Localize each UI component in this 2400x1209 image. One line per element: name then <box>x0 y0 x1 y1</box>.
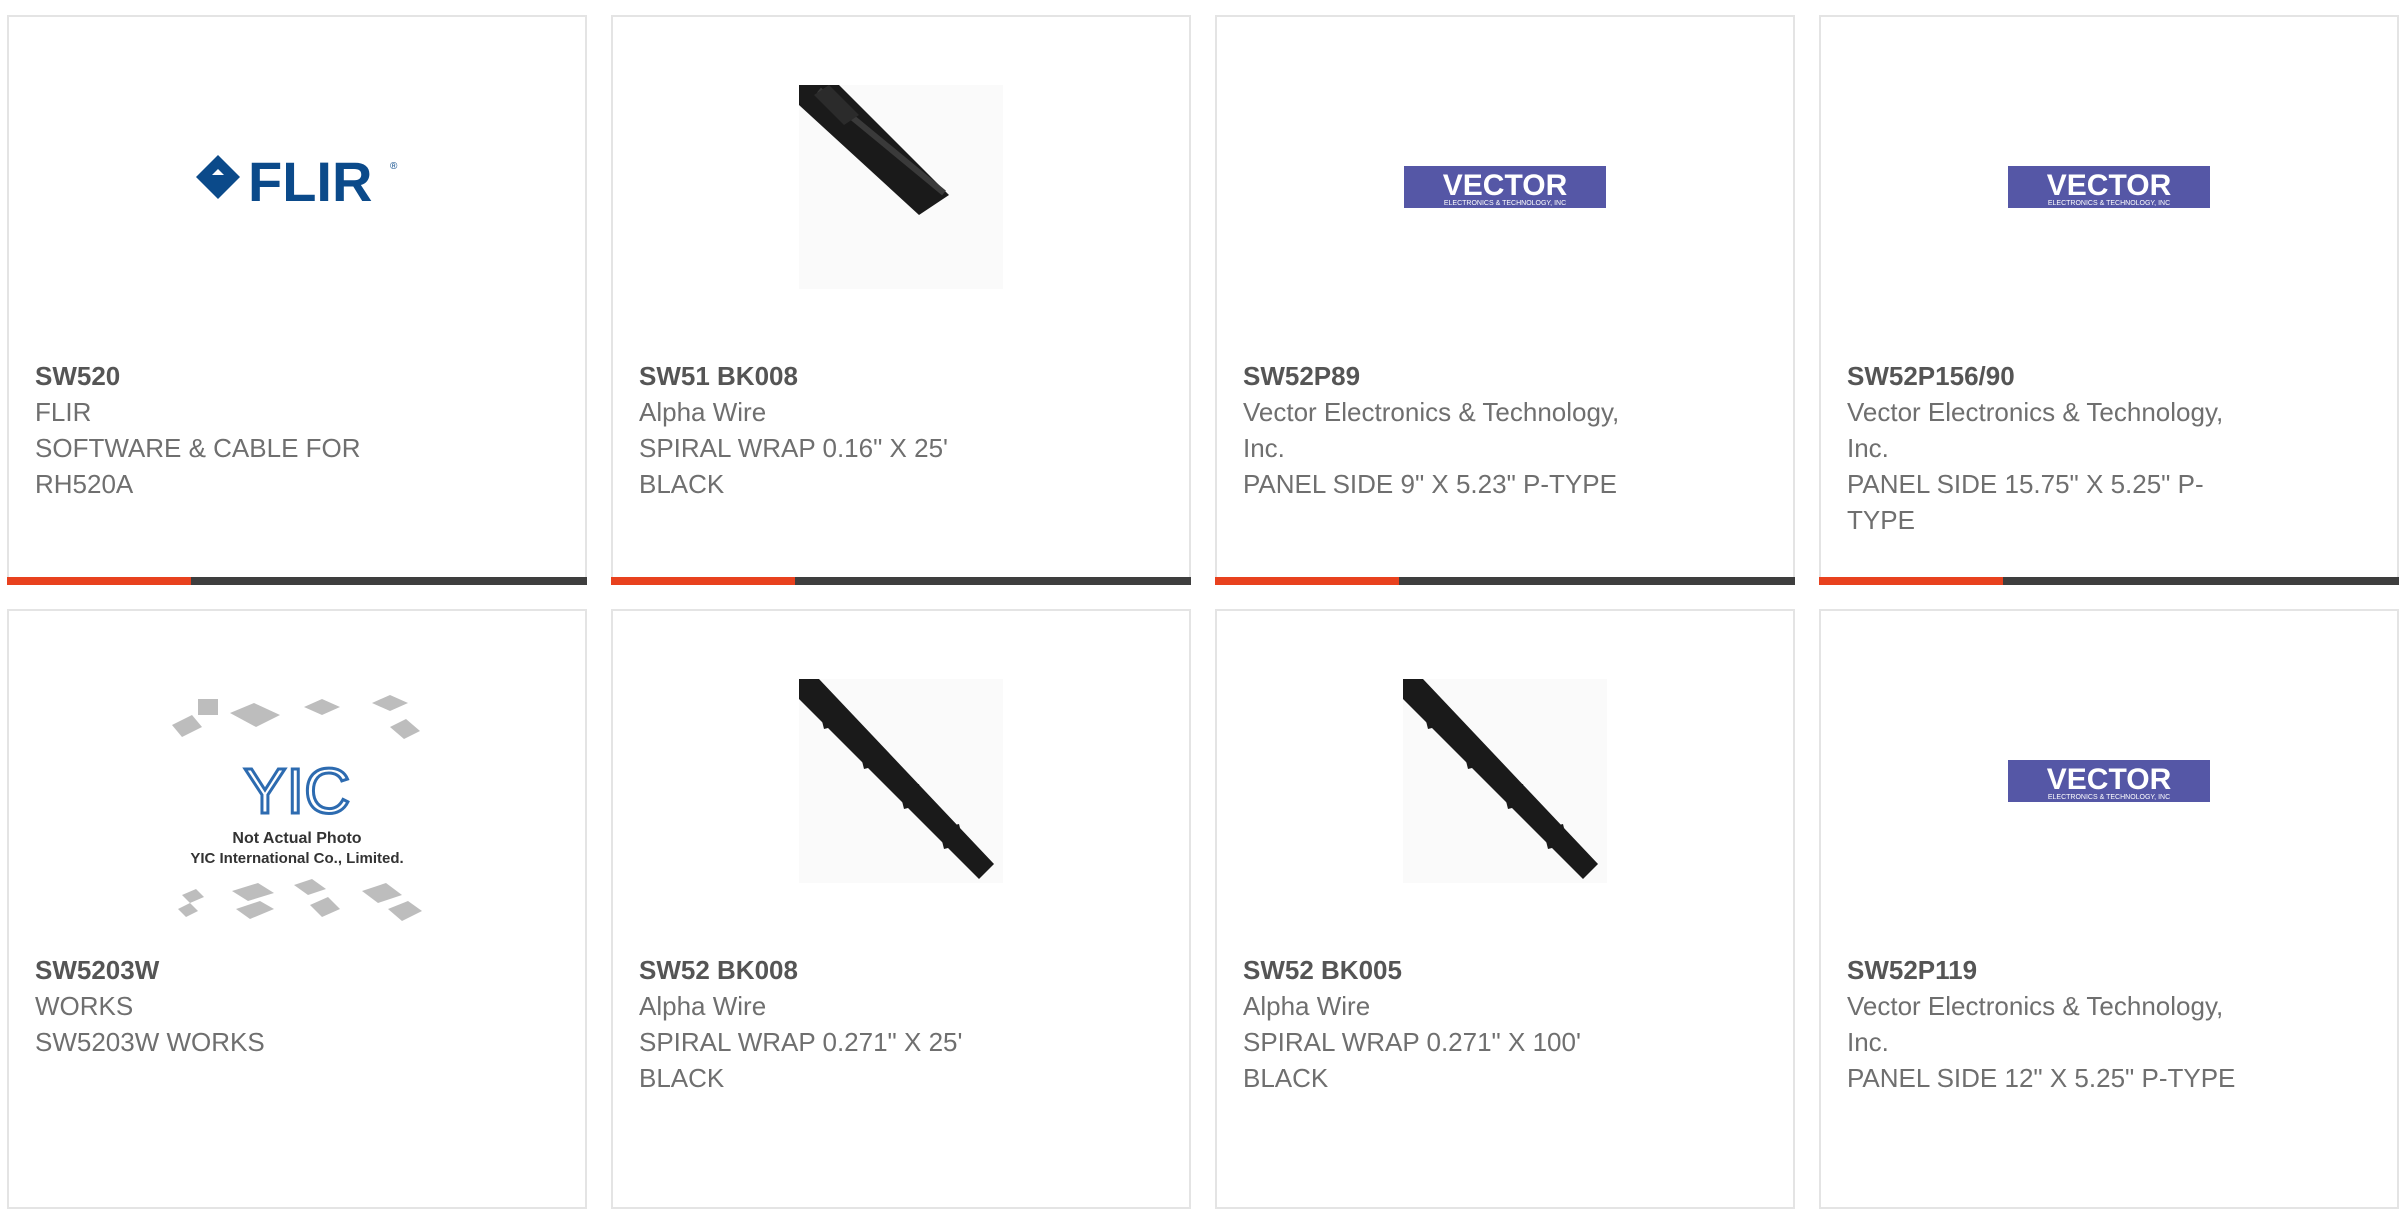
description: PANEL SIDE 15.75" X 5.25" P- <box>1847 469 2204 499</box>
manufacturer: Alpha Wire <box>639 991 767 1021</box>
manufacturer: Inc. <box>1243 433 1285 463</box>
svg-text:ELECTRONICS & TECHNOLOGY, INC: ELECTRONICS & TECHNOLOGY, INC <box>2048 794 2170 801</box>
svg-text:VECTOR: VECTOR <box>2047 763 2172 796</box>
card-bottom-bar <box>1215 577 1795 585</box>
product-info: SW52P156/90 Vector Electronics & Technol… <box>1847 358 2267 538</box>
spiral-wrap-image <box>799 85 1003 289</box>
part-number[interactable]: SW52P119 <box>1847 952 2267 988</box>
product-image[interactable]: VECTOR ELECTRONICS & TECHNOLOGY, INC <box>1821 85 2397 289</box>
spiral-wrap-image <box>799 679 1003 883</box>
product-info: SW51 BK008 Alpha Wire SPIRAL WRAP 0.16" … <box>639 358 1059 502</box>
product-card[interactable]: SW52 BK008 Alpha Wire SPIRAL WRAP 0.271"… <box>611 609 1191 1209</box>
product-card[interactable]: VECTOR ELECTRONICS & TECHNOLOGY, INC SW5… <box>1819 15 2399 585</box>
flir-logo: FLIR ® <box>196 150 398 213</box>
part-number[interactable]: SW51 BK008 <box>639 358 1059 394</box>
svg-text:Not Actual Photo: Not Actual Photo <box>232 830 361 847</box>
part-number[interactable]: SW52P156/90 <box>1847 358 2267 394</box>
description: TYPE <box>1847 505 1915 535</box>
product-image[interactable]: VECTOR ELECTRONICS & TECHNOLOGY, INC <box>1821 679 2397 883</box>
vector-logo: VECTOR ELECTRONICS & TECHNOLOGY, INC <box>2008 166 2210 208</box>
product-card[interactable]: FLIR ® SW520 FLIR SOFTWARE & CABLE FOR R… <box>7 15 587 585</box>
manufacturer: Inc. <box>1847 1027 1889 1057</box>
product-image[interactable] <box>613 679 1189 883</box>
product-card[interactable]: VECTOR ELECTRONICS & TECHNOLOGY, INC SW5… <box>1819 609 2399 1209</box>
manufacturer: Vector Electronics & Technology, <box>1243 397 1620 427</box>
vector-logo-text: VECTOR <box>1443 169 1568 202</box>
product-info: SW52 BK005 Alpha Wire SPIRAL WRAP 0.271"… <box>1243 952 1663 1096</box>
product-card[interactable]: YIC Not Actual Photo YIC International C… <box>7 609 587 1209</box>
description: BLACK <box>639 469 725 499</box>
description: BLACK <box>639 1063 725 1093</box>
yic-logo-text: YIC <box>244 755 351 827</box>
manufacturer: Vector Electronics & Technology, <box>1847 397 2224 427</box>
description: PANEL SIDE 12" X 5.25" P-TYPE <box>1847 1063 2236 1093</box>
card-accent <box>611 577 795 585</box>
svg-text:®: ® <box>390 161 398 172</box>
product-image[interactable] <box>1217 679 1793 883</box>
description: SPIRAL WRAP 0.16" X 25' <box>639 433 949 463</box>
product-grid: FLIR ® SW520 FLIR SOFTWARE & CABLE FOR R… <box>7 15 2399 1209</box>
card-accent <box>7 577 191 585</box>
product-card[interactable]: SW52 BK005 Alpha Wire SPIRAL WRAP 0.271"… <box>1215 609 1795 1209</box>
manufacturer: Inc. <box>1847 433 1889 463</box>
manufacturer: WORKS <box>35 991 134 1021</box>
description: SW5203W WORKS <box>35 1027 265 1057</box>
svg-text:ELECTRONICS & TECHNOLOGY, INC: ELECTRONICS & TECHNOLOGY, INC <box>2048 200 2170 207</box>
description: RH520A <box>35 469 134 499</box>
product-info: SW520 FLIR SOFTWARE & CABLE FOR RH520A <box>35 358 455 502</box>
product-image[interactable]: FLIR ® <box>9 85 585 289</box>
part-number[interactable]: SW52 BK005 <box>1243 952 1663 988</box>
description: SOFTWARE & CABLE FOR <box>35 433 361 463</box>
part-number[interactable]: SW52P89 <box>1243 358 1663 394</box>
vector-logo: VECTOR ELECTRONICS & TECHNOLOGY, INC <box>1404 166 1606 208</box>
product-image[interactable]: VECTOR ELECTRONICS & TECHNOLOGY, INC <box>1217 85 1793 289</box>
spiral-wrap-image <box>1403 679 1607 883</box>
card-accent <box>1215 577 1399 585</box>
product-card[interactable]: SW51 BK008 Alpha Wire SPIRAL WRAP 0.16" … <box>611 15 1191 585</box>
product-info: SW5203W WORKS SW5203W WORKS <box>35 952 455 1060</box>
manufacturer: FLIR <box>35 397 92 427</box>
card-bottom-bar <box>7 577 587 585</box>
manufacturer: Vector Electronics & Technology, <box>1847 991 2224 1021</box>
product-info: SW52P119 Vector Electronics & Technology… <box>1847 952 2267 1096</box>
card-accent <box>1819 577 2003 585</box>
product-image[interactable] <box>613 85 1189 289</box>
manufacturer: Alpha Wire <box>639 397 767 427</box>
product-card[interactable]: VECTOR ELECTRONICS & TECHNOLOGY, INC SW5… <box>1215 15 1795 585</box>
part-number[interactable]: SW5203W <box>35 952 455 988</box>
card-bottom-bar <box>1819 577 2399 585</box>
product-image[interactable]: YIC Not Actual Photo YIC International C… <box>9 695 585 935</box>
not-actual-photo-image: YIC Not Actual Photo YIC International C… <box>172 695 422 921</box>
product-info: SW52P89 Vector Electronics & Technology,… <box>1243 358 1663 502</box>
svg-text:VECTOR: VECTOR <box>2047 169 2172 202</box>
svg-text:YIC International Co., Limited: YIC International Co., Limited. <box>190 850 403 867</box>
part-number[interactable]: SW520 <box>35 358 455 394</box>
card-bottom-bar <box>611 577 1191 585</box>
description: SPIRAL WRAP 0.271" X 100' <box>1243 1027 1581 1057</box>
description: SPIRAL WRAP 0.271" X 25' <box>639 1027 963 1057</box>
flir-logo-text: FLIR <box>248 150 372 213</box>
svg-text:ELECTRONICS & TECHNOLOGY, INC: ELECTRONICS & TECHNOLOGY, INC <box>1444 200 1566 207</box>
part-number[interactable]: SW52 BK008 <box>639 952 1059 988</box>
description: BLACK <box>1243 1063 1329 1093</box>
product-info: SW52 BK008 Alpha Wire SPIRAL WRAP 0.271"… <box>639 952 1059 1096</box>
manufacturer: Alpha Wire <box>1243 991 1371 1021</box>
vector-logo: VECTOR ELECTRONICS & TECHNOLOGY, INC <box>2008 760 2210 802</box>
description: PANEL SIDE 9" X 5.23" P-TYPE <box>1243 469 1617 499</box>
